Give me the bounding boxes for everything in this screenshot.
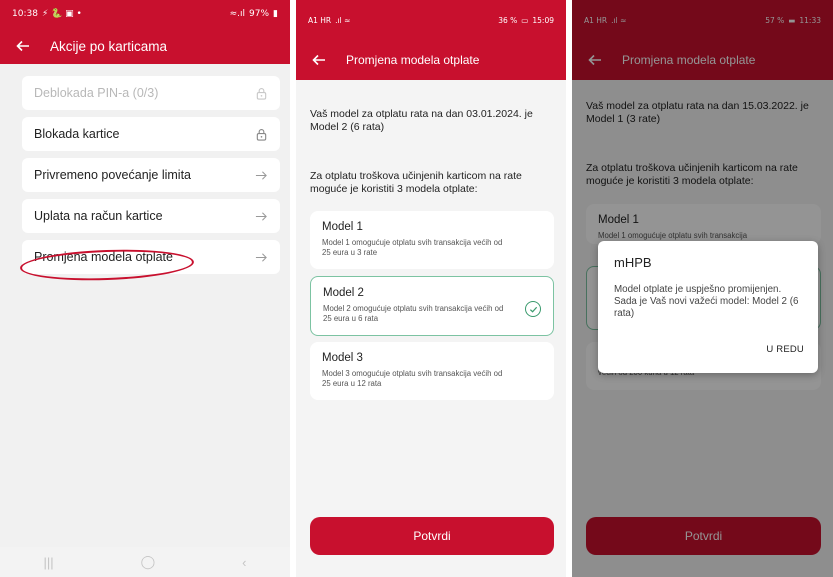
screenshot-collage: 10:38 ⚡ 🐍 ▣ • ≈.ıl 97% ▮ Akcije po karti… [0, 0, 833, 577]
action-limit-increase[interactable]: Privremeno povećanje limita [22, 158, 280, 192]
content-area: Vaš model za otplatu rata na dan 03.01.2… [296, 80, 566, 577]
model-description: Model 1 omogućuje otplatu svih transakci… [322, 238, 503, 257]
lock-icon [254, 86, 268, 100]
battery-icon: ▭ [521, 15, 529, 25]
battery-icon: ▮ [273, 9, 278, 19]
arrow-right-icon [254, 168, 268, 182]
model-description: Model 2 omogućuje otplatu svih transakci… [323, 304, 504, 323]
model-3-card[interactable]: Model 3 Model 3 omogućuje otplatu svih t… [310, 342, 554, 400]
action-block-card[interactable]: Blokada kartice [22, 117, 280, 151]
status-bar: 10:38 ⚡ 🐍 ▣ • ≈.ıl 97% ▮ [0, 0, 290, 28]
dialog-message: Model otplate je uspješno promijenjen. S… [614, 284, 799, 319]
battery-level: 97% [249, 9, 270, 19]
confirm-button[interactable]: Potvrdi [310, 517, 554, 555]
signal-icon: .ıl ≈ [335, 15, 351, 25]
action-label: Privremeno povećanje limita [34, 168, 192, 182]
status-notification-icons: ⚡ 🐍 ▣ • [41, 9, 82, 19]
model-title: Model 3 [322, 352, 363, 364]
phone-repayment-model-confirmed: A1 HR .ıl ≈ 57 % ▬ 11:33 Promjena modela… [572, 0, 833, 577]
status-time: 15:09 [532, 15, 554, 25]
action-label: Deblokada PIN-a (0/3) [34, 86, 159, 100]
carrier-label: A1 HR [308, 15, 332, 25]
battery-level: 36 % [498, 15, 518, 25]
signal-icon: ≈.ıl [229, 9, 246, 19]
page-title: Promjena modela otplate [346, 53, 480, 67]
model-1-card[interactable]: Model 1 Model 1 omogućuje otplatu svih t… [310, 211, 554, 269]
action-label: Uplata na račun kartice [34, 209, 163, 223]
back-arrow-icon[interactable] [310, 51, 328, 69]
arrow-right-icon [254, 250, 268, 264]
dialog-title: mHPB [614, 255, 652, 270]
back-arrow-icon[interactable] [14, 37, 32, 55]
app-bar: Promjena modela otplate [296, 40, 566, 80]
current-model-text: Vaš model za otplatu rata na dan 03.01.2… [310, 108, 533, 133]
success-dialog: mHPB Model otplate je uspješno promijenj… [598, 241, 818, 373]
page-title: Akcije po karticama [50, 38, 168, 54]
home-button[interactable]: ◯ [141, 554, 156, 570]
status-time: 10:38 [12, 9, 38, 19]
recent-apps-button[interactable]: ||| [43, 555, 53, 570]
model-title: Model 1 [322, 221, 363, 233]
action-label: Blokada kartice [34, 127, 120, 141]
arrow-right-icon [254, 209, 268, 223]
back-button[interactable]: ‹ [242, 555, 246, 570]
models-intro-text: Za otplatu troškova učinjenih karticom n… [310, 170, 522, 195]
model-description: Model 3 omogućuje otplatu svih transakci… [322, 369, 503, 388]
ok-button[interactable]: U REDU [766, 344, 804, 355]
action-unblock-pin: Deblokada PIN-a (0/3) [22, 76, 280, 110]
system-nav-bar: ||| ◯ ‹ [0, 547, 290, 577]
lock-icon [254, 127, 268, 141]
action-card-payment[interactable]: Uplata na račun kartice [22, 199, 280, 233]
phone-repayment-model: A1 HR .ıl ≈ 36 % ▭ 15:09 Promjena modela… [296, 0, 566, 577]
model-title: Model 2 [323, 287, 364, 299]
phone-card-actions: 10:38 ⚡ 🐍 ▣ • ≈.ıl 97% ▮ Akcije po karti… [0, 0, 290, 577]
app-bar: Akcije po karticama [0, 28, 290, 64]
model-2-card[interactable]: Model 2 Model 2 omogućuje otplatu svih t… [310, 276, 554, 336]
check-circle-icon [525, 301, 541, 317]
status-bar: A1 HR .ıl ≈ 36 % ▭ 15:09 [296, 0, 566, 40]
